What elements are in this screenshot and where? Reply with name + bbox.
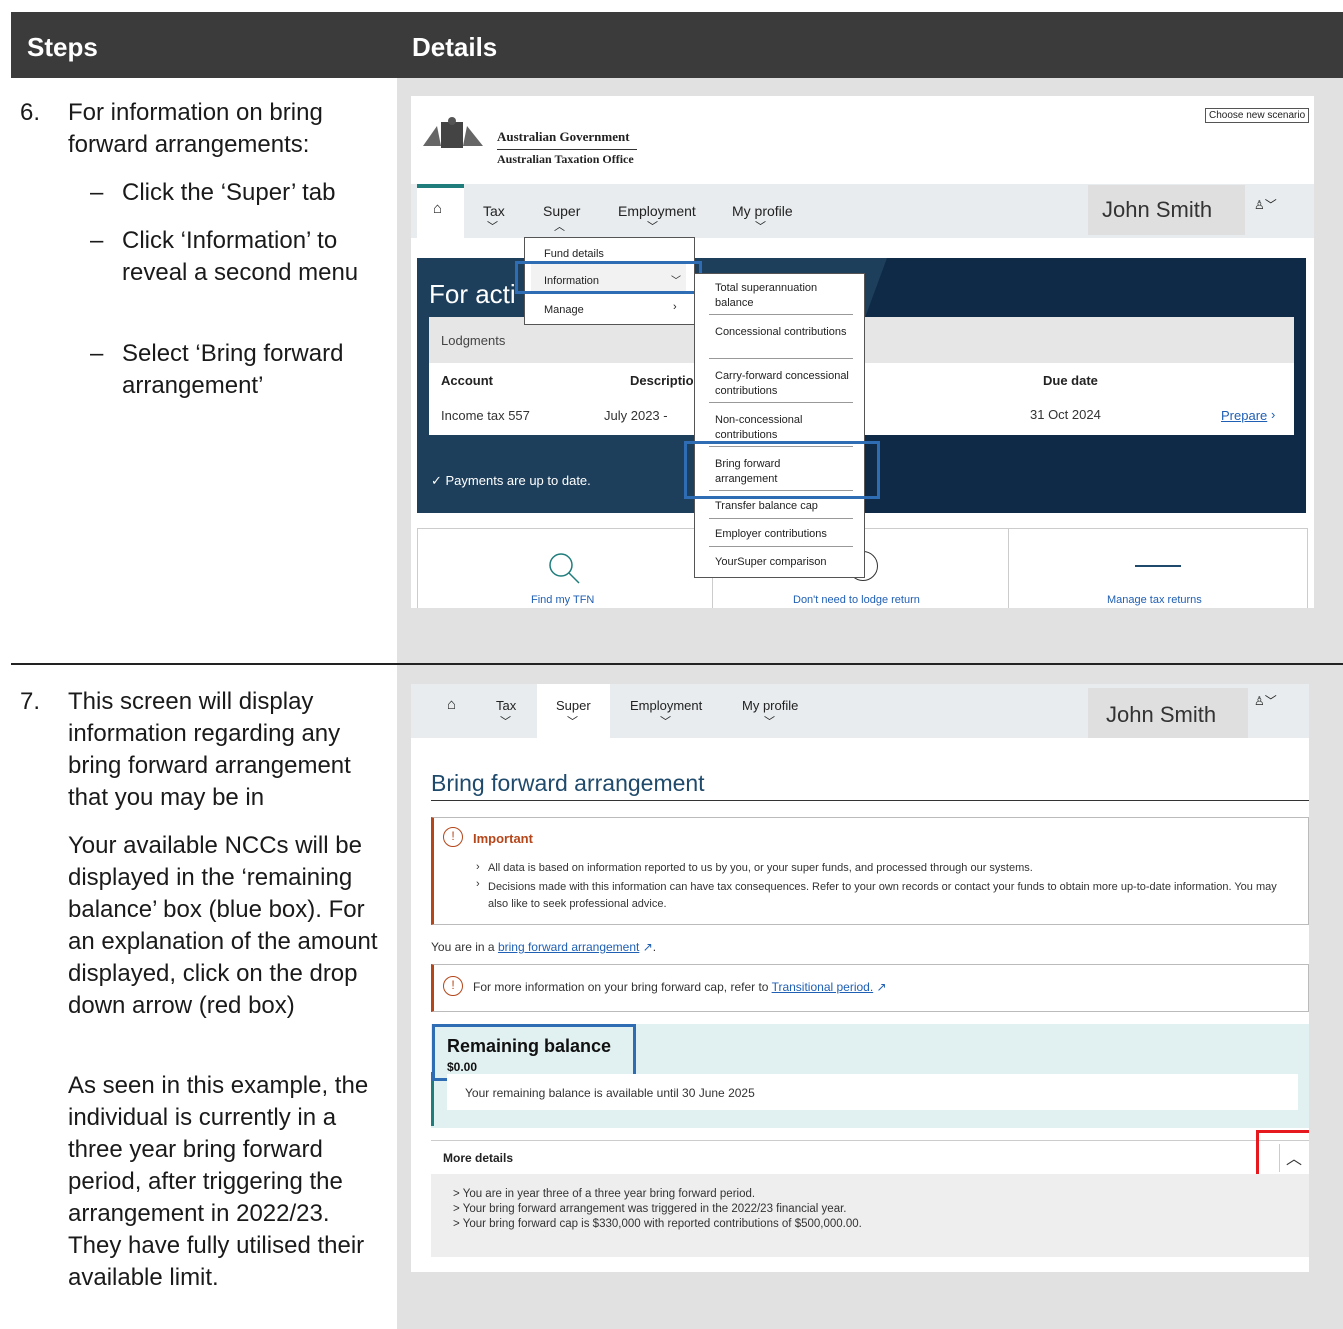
submenu-divider [709,546,853,547]
user-name: John Smith [1088,185,1245,235]
chevron-down-icon: ﹀ [487,221,498,233]
col-description: Descriptio [630,373,694,388]
details-panel [431,1174,1309,1257]
submenu-transfer-cap[interactable]: Transfer balance cap [715,500,818,512]
submenu-employer[interactable]: Employer contributions [715,528,827,540]
nav-tax[interactable]: Tax [483,203,505,219]
user-name: John Smith [1088,688,1248,738]
important-item: Decisions made with this information can… [488,881,1277,910]
choose-scenario-button[interactable]: Choose new scenario [1205,108,1310,123]
col-account: Account [441,373,493,388]
arrangement-line: You are in a bring forward arrangement ↗… [431,940,657,954]
tile-dont-lodge[interactable]: Don't need to lodge return [793,594,920,606]
cell-due-date: 31 Oct 2024 [1030,407,1101,422]
important-heading: Important [473,831,533,846]
transitional-line: For more information on your bring forwa… [473,980,887,994]
coat-of-arms-icon [423,117,483,148]
chevron-right-icon: › [673,301,677,313]
step-bullet: – Click the ‘Super’ tab [90,179,336,206]
important-item: All data is based on information reporte… [488,862,1033,874]
submenu-yoursuper[interactable]: YourSuper comparison [715,556,827,568]
step-bullet: – Click ‘Information’ to reveal a second … [90,227,359,286]
chevron-up-icon: ︿ [554,221,565,233]
lodgments-label: Lodgments [441,333,506,348]
details-heading: Details [412,32,498,62]
nav-my-profile[interactable]: My profile [732,203,793,219]
screenshot-super-menu: Choose new scenario Australian Governmen… [411,96,1314,608]
gov-title: Australian Government [497,129,630,144]
check-icon: ✓ [431,473,446,488]
search-icon [549,553,580,584]
more-details-label[interactable]: More details [443,1151,513,1165]
tile-manage-returns[interactable]: Manage tax returns [1107,594,1202,606]
chevron-down-icon: ﹀ [764,716,775,728]
chevron-right-icon: › [476,878,480,890]
ato-title: Australian Taxation Office [497,152,634,166]
chevron-right-icon: › [476,861,480,873]
submenu-carry-forward[interactable]: Carry-forward concessional contributions [715,369,855,399]
highlight-remaining-balance [432,1024,636,1081]
step-number: 7. [20,688,41,715]
step-number: 6. [20,99,41,126]
nav-employment[interactable]: Employment [630,698,702,713]
arrangement-link[interactable]: bring forward arrangement [498,940,639,954]
user-icon[interactable]: ♙﹀ [1254,692,1277,709]
dash-icon [1135,565,1181,567]
step-text: For information on bring forward arrange… [68,99,323,158]
chevron-down-icon: ﹀ [755,221,766,233]
gov-divider [497,149,637,150]
step-paragraph: As seen in this example, the individual … [68,1072,369,1291]
nav-employment[interactable]: Employment [618,203,696,219]
nav-super[interactable]: Super [556,698,591,713]
submenu-divider [709,358,853,359]
submenu-total-super[interactable]: Total superannuation balance [715,281,855,311]
nav-tax[interactable]: Tax [496,698,516,713]
home-tab[interactable]: ⌂ [417,188,464,238]
highlight-information [515,261,702,294]
home-icon[interactable]: ⌂ [447,696,456,713]
banner-title: For acti [429,279,516,309]
title-rule [431,800,1309,801]
payments-status: ✓ Payments are up to date. [431,473,591,488]
menu-manage[interactable]: Manage [544,304,584,316]
alert-icon: ! [443,976,463,996]
submenu-divider [709,314,853,315]
page-title: Bring forward arrangement [431,770,705,796]
nav-super[interactable]: Super [543,203,580,219]
col-due-date: Due date [1043,373,1098,388]
steps-heading: Steps [27,32,98,62]
submenu-divider [709,402,853,403]
step-bullet: – Select ‘Bring forward arrangement’ [90,340,344,399]
screenshot-bring-forward: ⌂ Tax Super Employment My profile ﹀ ﹀ ﹀ … [411,684,1309,1272]
chevron-down-icon: ﹀ [660,716,671,728]
nav-my-profile[interactable]: My profile [742,698,798,713]
menu-fund-details[interactable]: Fund details [544,248,604,260]
remaining-note: Your remaining balance is available unti… [465,1086,755,1100]
tile-divider [1008,528,1009,608]
chevron-down-icon: ﹀ [500,716,511,728]
detail-line: > Your bring forward cap is $330,000 wit… [453,1218,862,1230]
alert-icon: ! [443,827,463,847]
cell-description: July 2023 - [604,408,668,423]
submenu-non-concessional[interactable]: Non-concessional contributions [715,413,855,443]
step-paragraph: This screen will display information reg… [68,688,351,811]
submenu-concessional[interactable]: Concessional contributions [715,325,855,340]
detail-line: > You are in year three of a three year … [453,1188,756,1200]
cell-account: Income tax 557 [441,408,530,423]
chevron-right-icon: › [1271,407,1276,422]
step-paragraph: Your available NCCs will be displayed in… [68,832,378,1019]
user-icon[interactable]: ♙﹀ [1254,196,1277,213]
chevron-down-icon: ﹀ [567,716,578,728]
transitional-link[interactable]: Transitional period. [772,980,874,994]
highlight-bring-forward [684,441,880,499]
prepare-link[interactable]: Prepare [1221,408,1267,423]
home-icon: ⌂ [433,200,443,217]
submenu-divider [709,518,853,519]
tile-find-tfn[interactable]: Find my TFN [531,594,594,606]
detail-line: > Your bring forward arrangement was tri… [453,1203,847,1215]
table-header: Steps Details [11,12,1343,78]
details-rule [431,1140,1309,1141]
chevron-down-icon: ﹀ [647,221,658,233]
